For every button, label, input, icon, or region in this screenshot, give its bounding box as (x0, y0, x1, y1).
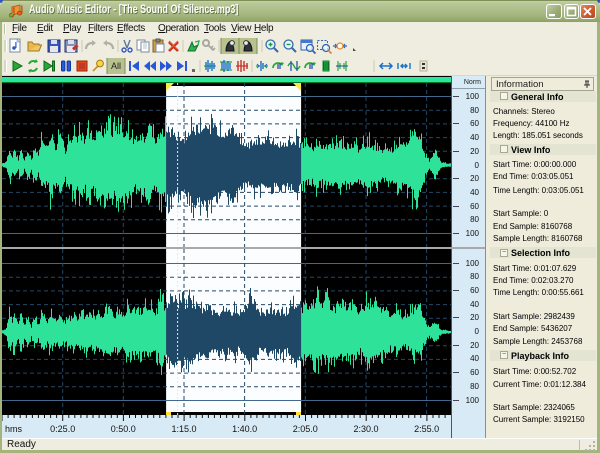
svg-text:All: All (111, 61, 121, 71)
